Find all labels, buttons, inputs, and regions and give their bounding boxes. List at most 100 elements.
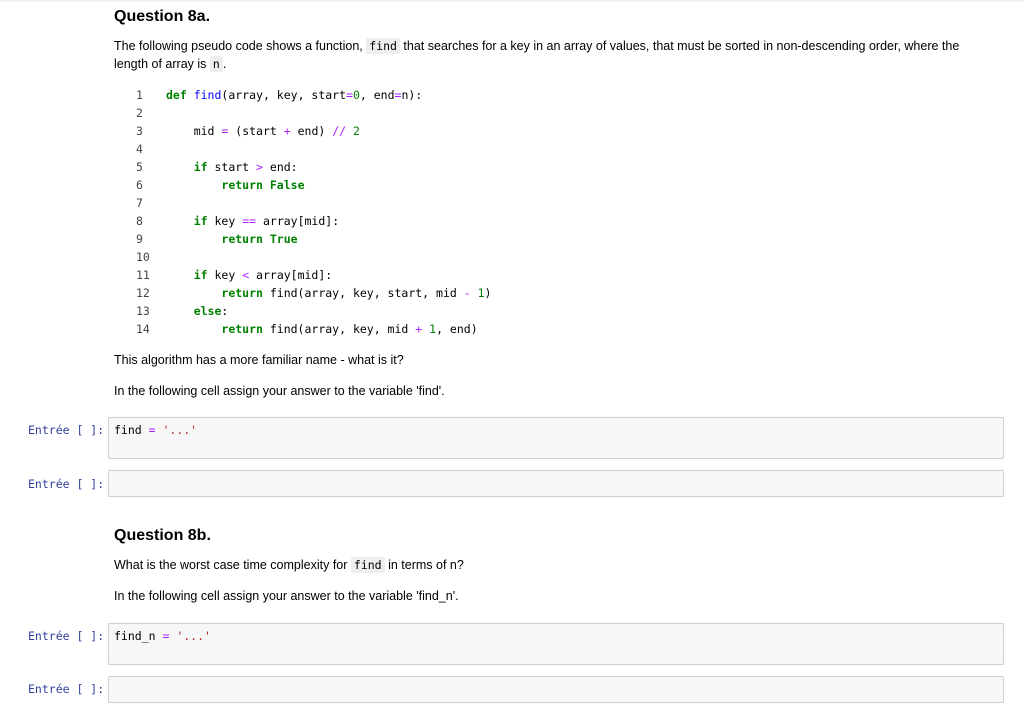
inline-code-n: n — [209, 56, 223, 72]
code-token: // — [332, 124, 347, 138]
inline-code-find: find — [350, 557, 385, 573]
code-token: return — [221, 178, 263, 192]
question-8b-title: Question 8b. — [114, 527, 211, 544]
line-number: 14 — [136, 322, 150, 336]
line-number: 2 — [136, 106, 143, 120]
code-cell-find[interactable]: find = '...' — [108, 417, 1004, 459]
question-8a-title: Question 8a. — [114, 8, 211, 25]
code-token: return — [221, 286, 263, 300]
code-token: - — [463, 286, 471, 300]
question-8a-instruction: In the following cell assign your answer… — [114, 384, 445, 398]
code-token: if — [193, 268, 208, 282]
code-line: 11 if key < array[mid]: — [136, 266, 736, 284]
line-code: return find(array, key, start, mid - 1) — [166, 284, 491, 302]
line-code: def find(array, key, start=0, end=n): — [166, 86, 422, 104]
code-token: key — [207, 214, 243, 228]
cell-string: '...' — [162, 423, 198, 437]
code-token: if — [193, 160, 208, 174]
line-number: 12 — [136, 286, 150, 300]
code-token: mid — [193, 124, 222, 138]
code-line: 13 else: — [136, 302, 736, 320]
question-8a-description: The following pseudo code shows a functi… — [114, 37, 994, 73]
code-token: return — [221, 322, 263, 336]
desc-text-3: length of array is — [114, 57, 210, 71]
line-number: 3 — [136, 124, 143, 138]
code-token: end) — [290, 124, 333, 138]
code-token: True — [269, 232, 298, 246]
cell-prompt: Entrée [ ]: — [28, 423, 105, 437]
code-token: find — [193, 88, 222, 102]
code-token: False — [269, 178, 305, 192]
line-number: 5 — [136, 160, 143, 174]
code-cell-find-n[interactable]: find_n = '...' — [108, 623, 1004, 665]
line-code: mid = (start + end) // 2 — [166, 122, 360, 140]
line-number: 4 — [136, 142, 143, 156]
code-line: 8 if key == array[mid]: — [136, 212, 736, 230]
cell-var: find_n — [114, 629, 156, 643]
q8b-text-1: What is the worst case time complexity f… — [114, 558, 351, 572]
code-token: n): — [401, 88, 423, 102]
cell-prompt: Entrée [ ]: — [28, 682, 105, 696]
code-line: 6 return False — [136, 176, 736, 194]
code-token: : — [221, 304, 229, 318]
q8b-text-2: in terms of n? — [384, 558, 464, 572]
code-token: 1 — [477, 286, 485, 300]
line-number: 8 — [136, 214, 143, 228]
code-token: find(array, key, mid — [262, 322, 416, 336]
cell-string: '...' — [176, 629, 211, 643]
code-token: (array, key, start — [221, 88, 347, 102]
line-number: 13 — [136, 304, 150, 318]
line-number: 11 — [136, 268, 150, 282]
code-line: 5 if start > end: — [136, 158, 736, 176]
code-line: 3 mid = (start + end) // 2 — [136, 122, 736, 140]
line-number: 6 — [136, 178, 143, 192]
question-8b-question: What is the worst case time complexity f… — [114, 556, 994, 574]
inline-code-find: find — [366, 38, 400, 54]
code-token: 0 — [352, 88, 360, 102]
code-cell-empty[interactable] — [108, 470, 1004, 497]
line-code: return find(array, key, mid + 1, end) — [166, 320, 478, 338]
code-line: 10 — [136, 248, 736, 266]
code-token: , end — [359, 88, 395, 102]
line-number: 7 — [136, 196, 143, 210]
cell-prompt: Entrée [ ]: — [28, 629, 105, 643]
question-8b-instruction: In the following cell assign your answer… — [114, 589, 459, 603]
code-line: 2 — [136, 104, 736, 122]
line-code: if key < array[mid]: — [166, 266, 333, 284]
code-cell-empty[interactable] — [108, 676, 1004, 703]
code-line: 7 — [136, 194, 736, 212]
line-code: return True — [166, 230, 298, 248]
code-line: 4 — [136, 140, 736, 158]
code-token: (start — [228, 124, 284, 138]
code-token: array[mid]: — [256, 214, 340, 228]
top-bar — [0, 0, 1024, 2]
line-code: if start > end: — [166, 158, 298, 176]
question-8a-question: This algorithm has a more familiar name … — [114, 353, 404, 367]
desc-text-4: . — [222, 57, 227, 71]
code-line: 12 return find(array, key, start, mid - … — [136, 284, 736, 302]
code-token: array[mid]: — [249, 268, 333, 282]
line-number: 1 — [136, 88, 143, 102]
code-token: ) — [484, 286, 492, 300]
line-code: if key == array[mid]: — [166, 212, 339, 230]
code-token: key — [207, 268, 243, 282]
cell-prompt: Entrée [ ]: — [28, 477, 105, 491]
code-line: 14 return find(array, key, mid + 1, end) — [136, 320, 736, 338]
code-token: start — [207, 160, 257, 174]
code-token: else — [193, 304, 222, 318]
code-token: if — [193, 214, 208, 228]
line-code: return False — [166, 176, 305, 194]
code-token: def — [166, 88, 194, 102]
code-token: end: — [262, 160, 298, 174]
code-token: > — [256, 160, 263, 174]
code-token: = — [346, 88, 353, 102]
code-token: , end) — [436, 322, 478, 336]
cell-eq: = — [141, 423, 163, 437]
code-token: + — [283, 124, 291, 138]
code-line: 9 return True — [136, 230, 736, 248]
code-token: 2 — [353, 124, 360, 138]
desc-text-2: that searches for a key in an array of v… — [399, 39, 960, 53]
